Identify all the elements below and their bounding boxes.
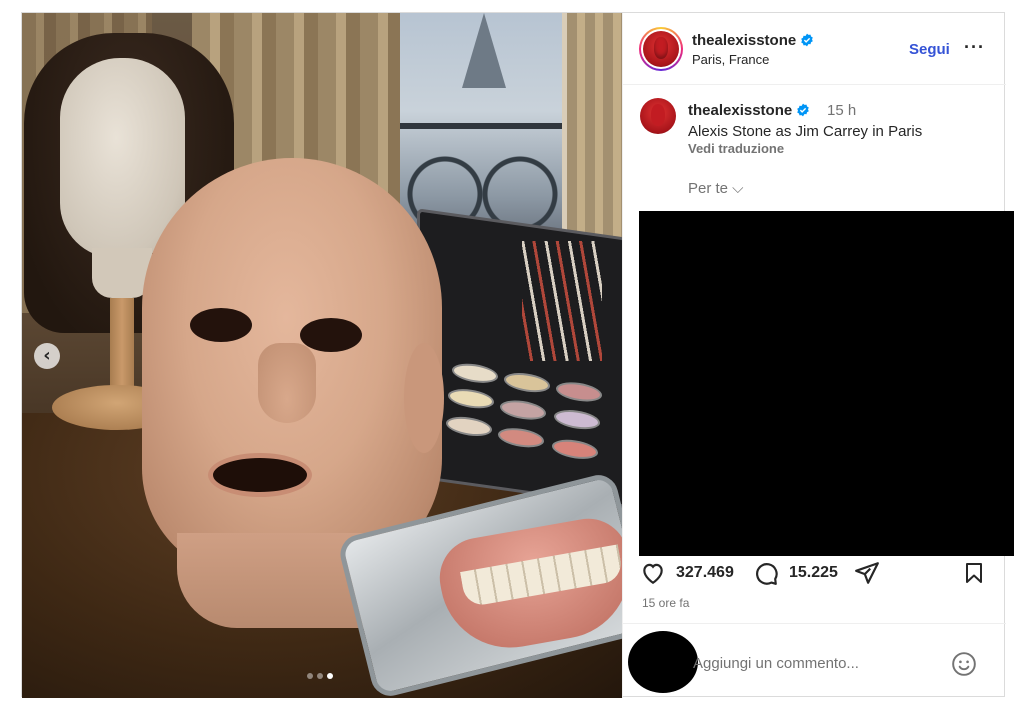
comment-row [623, 623, 1006, 698]
mask-eye-left [190, 308, 252, 342]
avatar-story-ring[interactable] [639, 27, 683, 71]
likes-count[interactable]: 327.469 [676, 564, 734, 582]
mask-ear [404, 343, 444, 453]
palette-pan [552, 437, 598, 462]
carousel-dots [307, 673, 333, 679]
location-label[interactable]: Paris, France [692, 52, 769, 67]
caption-avatar[interactable] [640, 98, 676, 134]
comment-input[interactable] [693, 651, 943, 675]
caption-username[interactable]: thealexisstone [688, 102, 810, 119]
mask-nose [258, 343, 316, 423]
eiffel-tower [462, 13, 506, 88]
mask-mouth [208, 453, 312, 497]
palette-pan [554, 407, 600, 432]
palette-pan [556, 379, 602, 405]
palette-pan [448, 386, 494, 411]
for-you-dropdown[interactable]: Per te ⌵ [688, 180, 744, 197]
palette-pan [500, 397, 546, 423]
verified-badge-icon [797, 103, 809, 117]
follow-button[interactable]: Segui [909, 41, 950, 58]
share-icon[interactable] [854, 560, 880, 586]
mask-eye-right [300, 318, 362, 352]
emoji-icon[interactable] [951, 651, 977, 677]
palette-pan [504, 370, 550, 395]
posted-time: 15 ore fa [642, 596, 690, 610]
verified-badge-icon [801, 33, 813, 47]
carousel-dot [317, 673, 323, 679]
comment-icon[interactable] [753, 560, 779, 586]
caption-text: Alexis Stone as Jim Carrey in Paris [688, 123, 923, 140]
palette-pan [452, 361, 498, 386]
caption-time: 15 h [827, 102, 857, 119]
palette-pan [498, 425, 544, 450]
makeup-brushes [522, 241, 602, 361]
palette-pan [446, 414, 492, 439]
header-username[interactable]: thealexisstone [692, 32, 814, 49]
stand-pole [110, 298, 134, 398]
avatar [643, 31, 679, 67]
heart-icon[interactable] [640, 560, 666, 586]
bookmark-icon[interactable] [962, 560, 986, 586]
see-translation-link[interactable]: Vedi traduzione [688, 141, 784, 156]
carousel-dot [327, 673, 333, 679]
chevron-left-icon[interactable]: ‹ [34, 343, 60, 369]
post-sidebar: thealexisstone Paris, France Segui ··· t… [622, 13, 1014, 698]
redacted-comments-area [639, 211, 1014, 556]
post-header: thealexisstone Paris, France Segui ··· [623, 13, 1006, 85]
comments-count[interactable]: 15.225 [789, 564, 838, 582]
more-icon[interactable]: ··· [964, 37, 985, 58]
redacted-avatar [628, 631, 698, 693]
post-container: ‹ thealexisstone Paris, France Segui ···… [21, 12, 1014, 698]
post-media[interactable]: ‹ [22, 13, 622, 698]
carousel-dot [307, 673, 313, 679]
action-bar: 327.469 15.225 [640, 560, 990, 588]
